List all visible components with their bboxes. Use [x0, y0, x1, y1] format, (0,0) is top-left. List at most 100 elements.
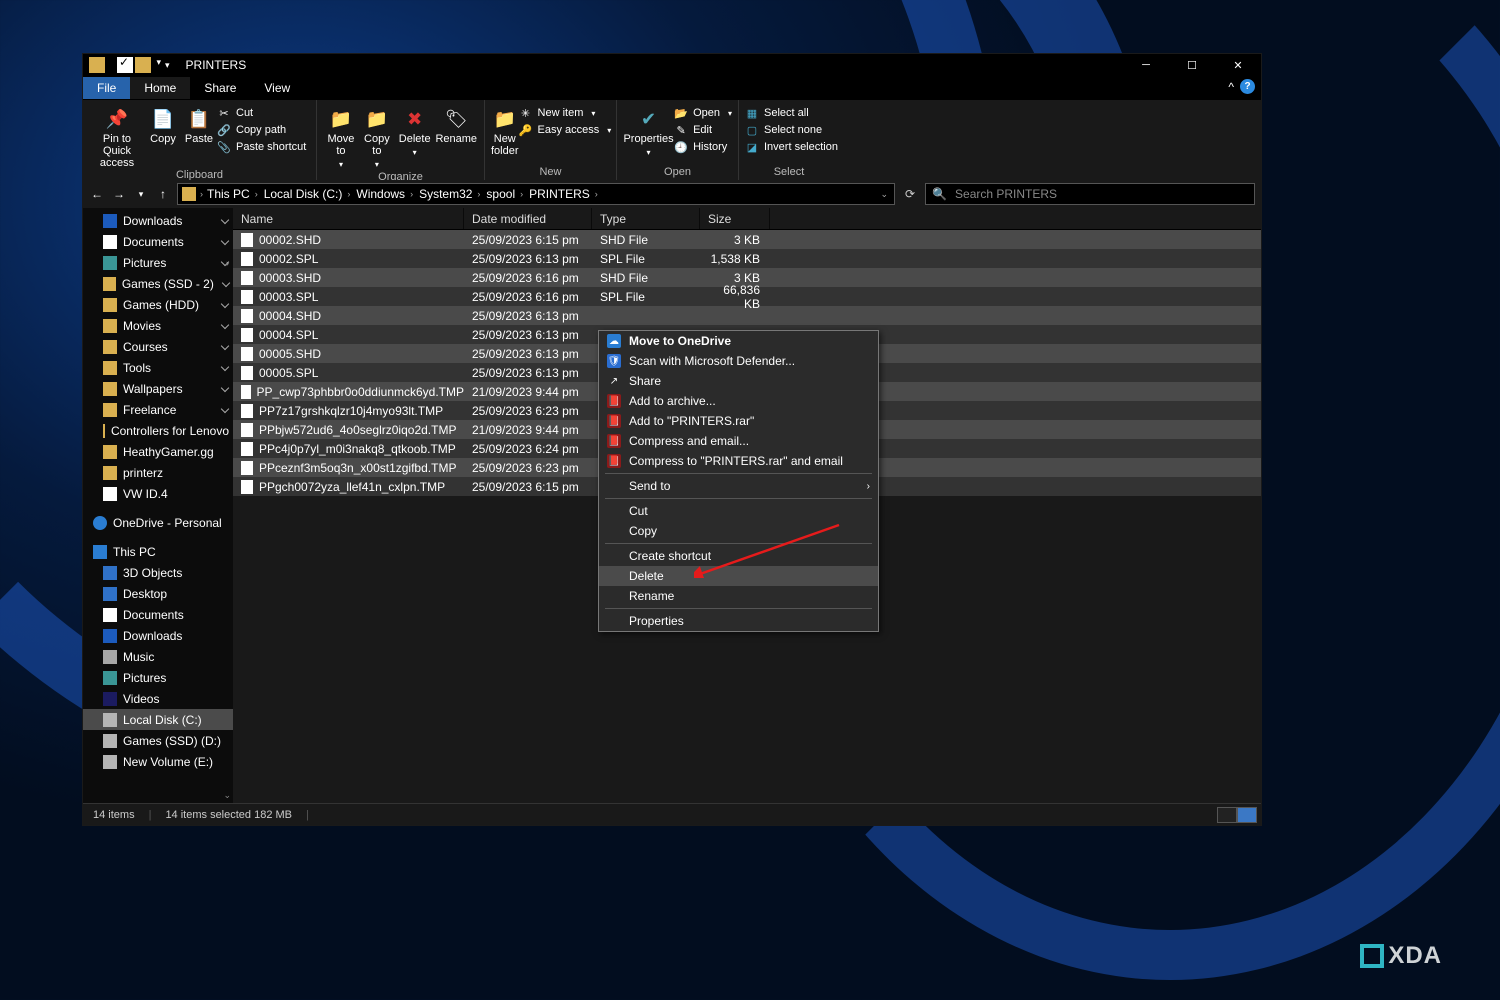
new-folder-button[interactable]: 📁New folder	[491, 104, 519, 157]
sidebar-item[interactable]: printerz	[83, 462, 233, 483]
maximize-button[interactable]: ☐	[1169, 54, 1215, 76]
qat-properties-icon[interactable]	[117, 57, 133, 73]
sidebar-item[interactable]: Freelance	[83, 399, 233, 420]
search-input[interactable]: 🔍 Search PRINTERS	[925, 183, 1255, 205]
share-tab[interactable]: Share	[190, 77, 250, 99]
delete-button[interactable]: ✖Delete▾	[395, 104, 435, 159]
sidebar-item[interactable]: New Volume (E:)	[83, 751, 233, 772]
new-item-button[interactable]: ✳New item▾	[519, 106, 612, 120]
properties-button[interactable]: ✔Properties▾	[623, 104, 674, 159]
easy-access-button[interactable]: 🔑Easy access▾	[519, 123, 612, 137]
refresh-button[interactable]: ⟳	[901, 187, 919, 201]
select-all-button[interactable]: ▦Select all	[745, 106, 838, 120]
copy-button[interactable]: 📄Copy	[145, 104, 181, 145]
context-menu-item[interactable]: ↗Share	[599, 371, 878, 391]
sidebar-item[interactable]: 3D Objects	[83, 562, 233, 583]
context-menu-item[interactable]: Create shortcut	[599, 546, 878, 566]
context-menu-item[interactable]: Copy	[599, 521, 878, 541]
qat-dropdown-icon[interactable]: ▾	[165, 60, 170, 71]
paste-shortcut-button[interactable]: 📎Paste shortcut	[217, 140, 306, 154]
sidebar-item[interactable]: Tools	[83, 357, 233, 378]
sidebar-item[interactable]: Local Disk (C:)	[83, 709, 233, 730]
context-menu-item[interactable]: Properties	[599, 611, 878, 631]
sidebar-item[interactable]: Games (SSD) (D:)	[83, 730, 233, 751]
file-row[interactable]: 00002.SPL25/09/2023 6:13 pmSPL File1,538…	[233, 249, 1261, 268]
breadcrumb-segment[interactable]: This PC›	[207, 187, 258, 201]
pin-quickaccess-button[interactable]: 📌Pin to Quick access	[89, 104, 145, 169]
sidebar-item[interactable]: Games (HDD)	[83, 294, 233, 315]
nav-recent-button[interactable]: ▾	[133, 189, 149, 200]
nav-back-button[interactable]: ←	[89, 187, 105, 201]
edit-button[interactable]: ✎Edit	[674, 123, 732, 137]
context-menu-item[interactable]: Delete	[599, 566, 878, 586]
context-menu-item[interactable]: 🛡Scan with Microsoft Defender...	[599, 351, 878, 371]
paste-button[interactable]: 📋Paste	[181, 104, 217, 145]
sidebar-item[interactable]: Controllers for Lenovo	[83, 420, 233, 441]
nav-forward-button[interactable]: →	[111, 187, 127, 201]
col-date[interactable]: Date modified	[464, 208, 592, 229]
breadcrumb[interactable]: › This PC›Local Disk (C:)›Windows›System…	[177, 183, 895, 205]
context-menu-item[interactable]: Send to›	[599, 476, 878, 496]
qat-newfolder-icon[interactable]	[135, 57, 151, 73]
breadcrumb-segment[interactable]: System32›	[419, 187, 480, 201]
sidebar-item[interactable]: Desktop	[83, 583, 233, 604]
context-menu-item[interactable]: 📕Add to "PRINTERS.rar"	[599, 411, 878, 431]
file-menu[interactable]: File	[83, 77, 130, 99]
sidebar-item[interactable]: Videos	[83, 688, 233, 709]
column-headers[interactable]: Name Date modified Type Size	[233, 208, 1261, 230]
sidebar-item[interactable]: Documents	[83, 231, 233, 252]
sidebar-item[interactable]: Courses	[83, 336, 233, 357]
rename-button[interactable]: 🏷Rename	[435, 104, 478, 145]
context-menu-item[interactable]: Rename	[599, 586, 878, 606]
sidebar-item-label: Downloads	[123, 214, 182, 228]
context-menu-item[interactable]: 📕Compress to "PRINTERS.rar" and email	[599, 451, 878, 471]
scroll-indicator-icon[interactable]: ⌄	[223, 790, 231, 801]
sidebar-item[interactable]: Wallpapers	[83, 378, 233, 399]
cut-button[interactable]: ✂Cut	[217, 106, 306, 120]
sidebar-item[interactable]: Music	[83, 646, 233, 667]
sidebar-item[interactable]: Downloads	[83, 210, 233, 231]
select-none-button[interactable]: ▢Select none	[745, 123, 838, 137]
home-tab[interactable]: Home	[130, 77, 190, 99]
context-menu-item[interactable]: 📕Compress and email...	[599, 431, 878, 451]
sidebar-item[interactable]: This PC	[83, 541, 233, 562]
col-name[interactable]: Name	[233, 208, 464, 229]
sidebar-item[interactable]: Games (SSD - 2)	[83, 273, 233, 294]
context-menu-item[interactable]: 📕Add to archive...	[599, 391, 878, 411]
col-type[interactable]: Type	[592, 208, 700, 229]
ribbon-collapse-icon[interactable]: ^	[1228, 80, 1234, 94]
sidebar-item[interactable]: Pictures	[83, 667, 233, 688]
sidebar-item[interactable]: Movies	[83, 315, 233, 336]
minimize-button[interactable]: ─	[1123, 54, 1169, 76]
copyto-button[interactable]: 📁Copy to▾	[359, 104, 395, 171]
file-row[interactable]: 00002.SHD25/09/2023 6:15 pmSHD File3 KB	[233, 230, 1261, 249]
breadcrumb-segment[interactable]: Local Disk (C:)›	[264, 187, 351, 201]
breadcrumb-segment[interactable]: spool›	[486, 187, 523, 201]
copy-path-button[interactable]: 🔗Copy path	[217, 123, 306, 137]
invert-selection-button[interactable]: ◪Invert selection	[745, 140, 838, 154]
moveto-button[interactable]: 📁Move to▾	[323, 104, 359, 171]
open-button[interactable]: 📂Open▾	[674, 106, 732, 120]
sidebar-item[interactable]: OneDrive - Personal	[83, 512, 233, 533]
col-size[interactable]: Size	[700, 208, 770, 229]
help-icon[interactable]: ?	[1240, 79, 1255, 94]
history-button[interactable]: 🕘History	[674, 140, 732, 154]
view-large-icons-button[interactable]	[1237, 807, 1257, 823]
view-details-button[interactable]	[1217, 807, 1237, 823]
breadcrumb-segment[interactable]: Windows›	[356, 187, 413, 201]
nav-up-button[interactable]: ↑	[155, 187, 171, 201]
sidebar-item[interactable]: VW ID.4	[83, 483, 233, 504]
file-row[interactable]: 00003.SPL25/09/2023 6:16 pmSPL File66,83…	[233, 287, 1261, 306]
context-menu-item[interactable]: Cut	[599, 501, 878, 521]
titlebar[interactable]: ▾ PRINTERS ─ ☐ ✕	[83, 54, 1261, 76]
sidebar-item[interactable]: Downloads	[83, 625, 233, 646]
address-dropdown-icon[interactable]: ⌄	[880, 189, 888, 200]
close-button[interactable]: ✕	[1215, 54, 1261, 76]
breadcrumb-segment[interactable]: PRINTERS›	[529, 187, 598, 201]
sidebar-item[interactable]: Pictures›	[83, 252, 233, 273]
sidebar-item[interactable]: HeathyGamer.gg	[83, 441, 233, 462]
context-menu-item[interactable]: ☁Move to OneDrive	[599, 331, 878, 351]
view-tab[interactable]: View	[250, 77, 304, 99]
sidebar-item[interactable]: Documents	[83, 604, 233, 625]
navigation-pane[interactable]: ⌄ DownloadsDocumentsPictures›Games (SSD …	[83, 208, 233, 803]
